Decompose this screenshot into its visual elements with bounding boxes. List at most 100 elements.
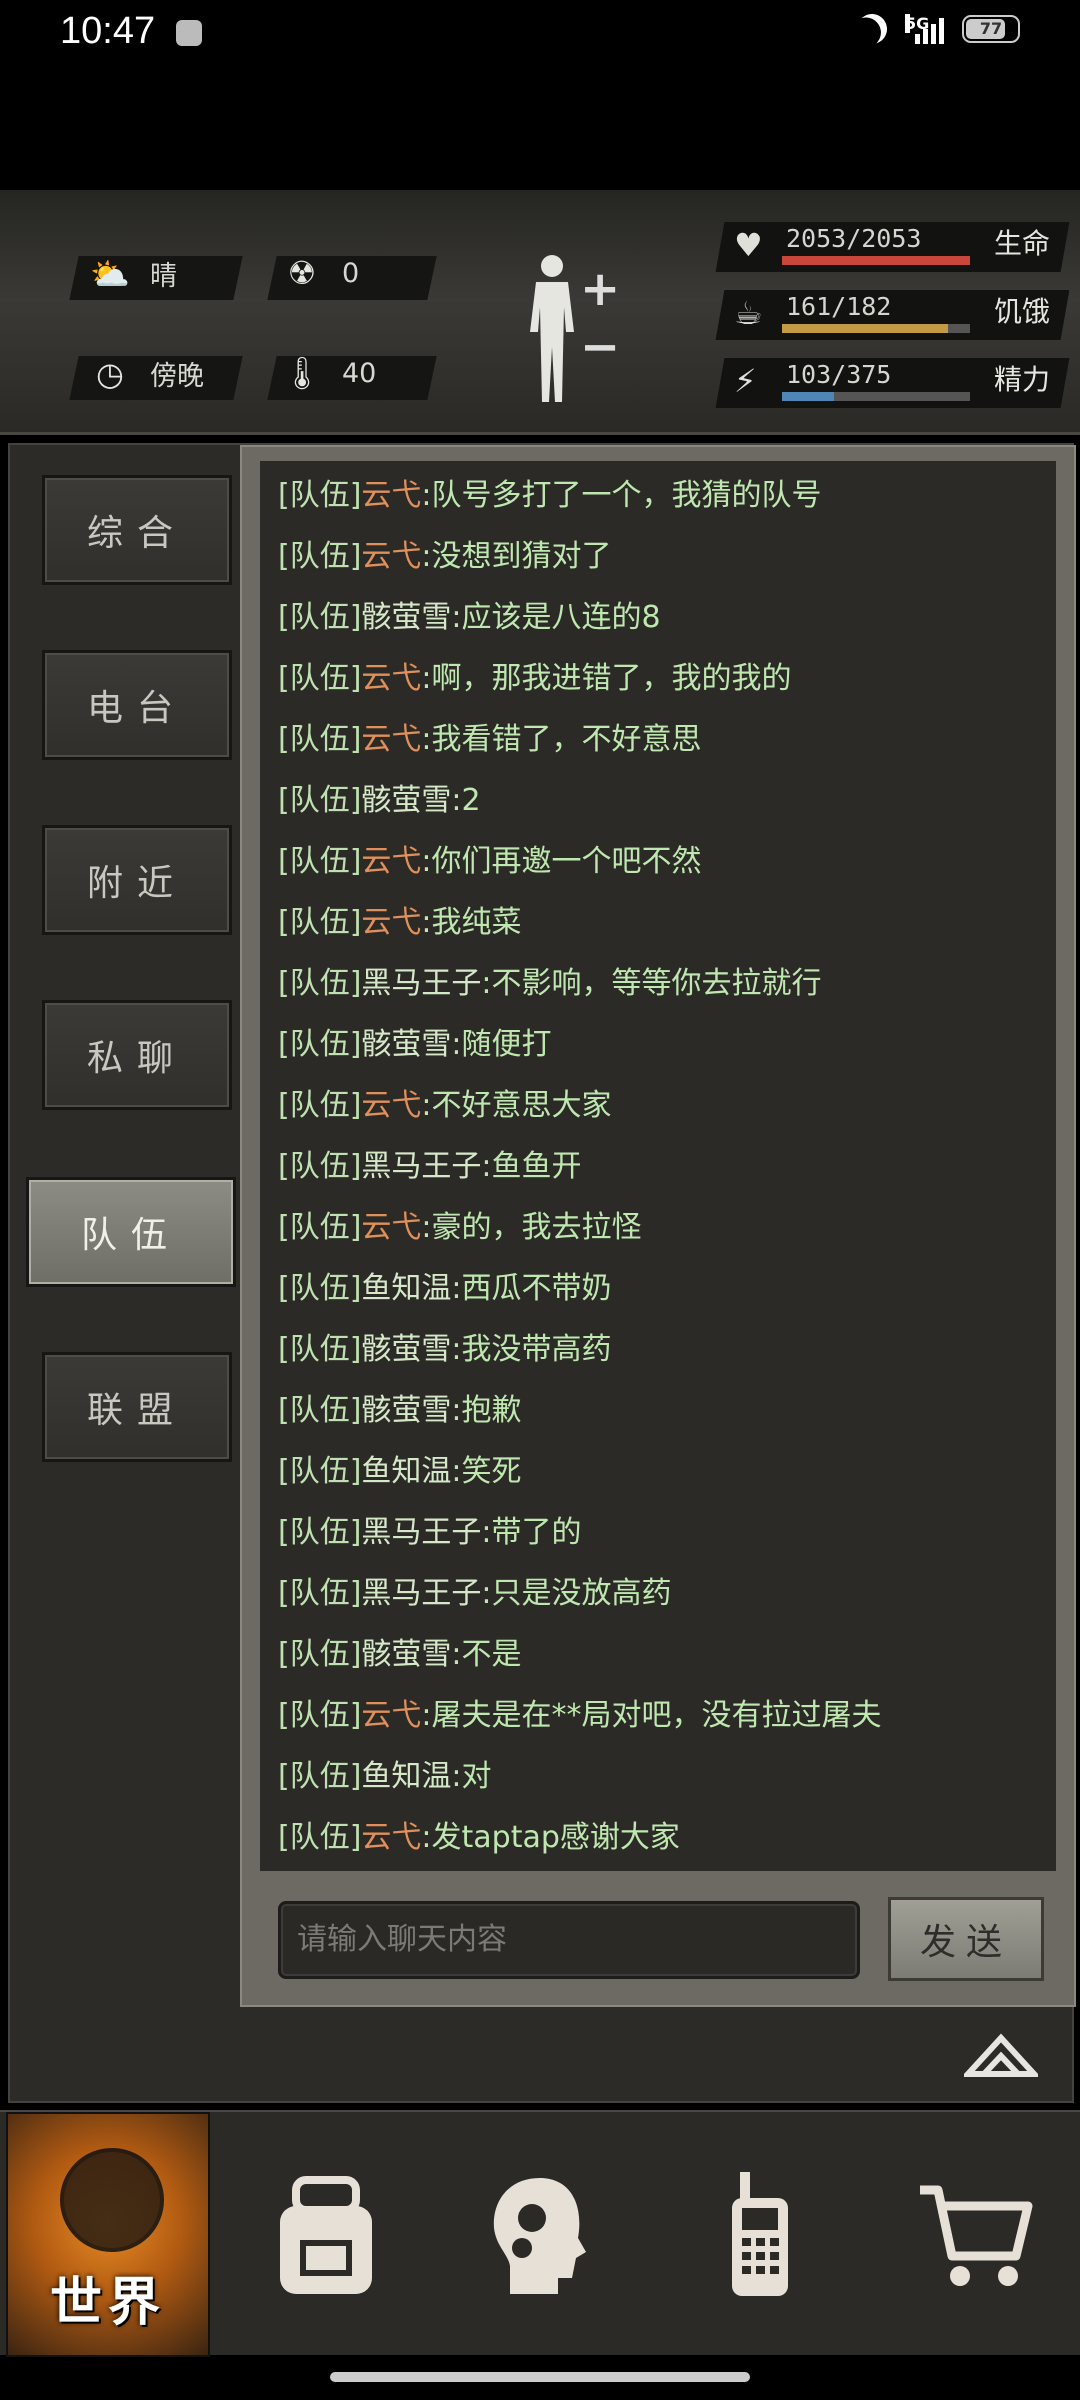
body-figure-icon[interactable]	[522, 252, 582, 402]
collapse-up-icon[interactable]	[964, 2030, 1038, 2080]
radiation-value: 0	[342, 257, 360, 289]
message-text: :发taptap感谢大家	[421, 1820, 680, 1855]
message-username[interactable]: 黑马王子	[361, 1515, 481, 1550]
send-button[interactable]: 发送	[888, 1897, 1044, 1981]
message-channel-tag: [队伍]	[278, 1393, 362, 1428]
chat-input[interactable]: 请输入聊天内容	[278, 1901, 860, 1979]
time-of-day-value: 傍晚	[150, 361, 204, 392]
status-bar: 10:47 5G 77	[0, 0, 1080, 70]
nav-world[interactable]: 世界	[6, 2112, 210, 2357]
weather-pill: ⛅ 晴	[88, 254, 177, 293]
energy-value: 103/375	[786, 360, 892, 389]
message-text: :不影响，等等你去拉就行	[481, 966, 822, 1001]
message-username[interactable]: 骸萤雪	[361, 600, 451, 635]
message-username[interactable]: 云弋	[361, 844, 421, 879]
temperature-value: 40	[342, 357, 377, 389]
message-channel-tag: [队伍]	[278, 966, 362, 1001]
hunger-bar-fill	[782, 324, 949, 333]
message-username[interactable]: 云弋	[361, 722, 421, 757]
message-channel-tag: [队伍]	[278, 539, 362, 574]
health-value: 2053/2053	[786, 224, 922, 253]
message-text: :不好意思大家	[421, 1088, 612, 1123]
message-channel-tag: [队伍]	[278, 600, 362, 635]
message-username[interactable]: 骸萤雪	[361, 1027, 451, 1062]
chat-message: [队伍]骸萤雪:抱歉	[278, 1386, 522, 1436]
message-text: :啊，那我进错了，我的我的	[421, 661, 792, 696]
message-username[interactable]: 骸萤雪	[361, 783, 451, 818]
network-type: 5G	[905, 14, 930, 33]
message-channel-tag: [队伍]	[278, 783, 362, 818]
chat-message: [队伍]云弋:我看错了，不好意思	[278, 715, 702, 765]
tab-radio[interactable]: 电台	[42, 650, 232, 760]
clock-icon: ◷	[96, 354, 124, 393]
message-channel-tag: [队伍]	[278, 1515, 362, 1550]
message-username[interactable]: 云弋	[361, 1698, 421, 1733]
message-text: :随便打	[451, 1027, 552, 1062]
weather-value: 晴	[150, 261, 177, 292]
message-channel-tag: [队伍]	[278, 1576, 362, 1611]
message-text: :豪的，我去拉怪	[421, 1210, 642, 1245]
health-bar-fill	[782, 256, 970, 265]
message-username[interactable]: 骸萤雪	[361, 1637, 451, 1672]
nav-radio[interactable]	[660, 2112, 860, 2357]
message-username[interactable]: 云弋	[361, 905, 421, 940]
chat-message: [队伍]骸萤雪:我没带高药	[278, 1325, 612, 1375]
globe-icon	[60, 2148, 164, 2252]
message-username[interactable]: 骸萤雪	[361, 1332, 451, 1367]
message-text: :对	[451, 1759, 492, 1794]
chat-message: [队伍]骸萤雪:不是	[278, 1630, 522, 1680]
message-text: :西瓜不带奶	[451, 1271, 612, 1306]
chat-message: [队伍]云弋:发taptap感谢大家	[278, 1813, 680, 1863]
message-channel-tag: [队伍]	[278, 478, 362, 513]
message-username[interactable]: 黑马王子	[361, 1149, 481, 1184]
stat-energy: ⚡ 103/375 精力	[715, 358, 1070, 412]
message-list[interactable]: [队伍]云弋:队号多打了一个，我猜的队号 [队伍]云弋:没想到猜对了 [队伍]骸萤雪…	[260, 461, 1056, 1871]
message-username[interactable]: 云弋	[361, 1820, 421, 1855]
message-channel-tag: [队伍]	[278, 661, 362, 696]
message-username[interactable]: 鱼知温	[361, 1759, 451, 1794]
chat-message: [队伍]云弋:队号多打了一个，我猜的队号	[278, 471, 822, 521]
message-username[interactable]: 骸萤雪	[361, 1393, 451, 1428]
message-text: :笑死	[451, 1454, 522, 1489]
message-username[interactable]: 云弋	[361, 539, 421, 574]
message-username[interactable]: 鱼知温	[361, 1454, 451, 1489]
backpack-icon	[280, 2175, 372, 2294]
message-username[interactable]: 鱼知温	[361, 1271, 451, 1306]
message-text: :你们再邀一个吧不然	[421, 844, 702, 879]
message-text: :没想到猜对了	[421, 539, 612, 574]
nav-backpack[interactable]	[226, 2112, 426, 2357]
body-plus-minus-icon[interactable]: + −	[580, 260, 620, 376]
message-text: :带了的	[481, 1515, 582, 1550]
chat-message: [队伍]黑马王子:不影响，等等你去拉就行	[278, 959, 822, 1009]
cloud-sun-icon: ⛅	[90, 254, 130, 293]
message-username[interactable]: 黑马王子	[361, 966, 481, 1001]
radio-icon	[732, 2171, 788, 2296]
message-username[interactable]: 云弋	[361, 1088, 421, 1123]
battery-level: 77	[979, 19, 1003, 38]
nav-skills[interactable]	[440, 2112, 640, 2357]
message-username[interactable]: 云弋	[361, 478, 421, 513]
bottom-nav: 世界	[0, 2110, 1080, 2357]
message-channel-tag: [队伍]	[278, 722, 362, 757]
tab-general[interactable]: 综合	[42, 475, 232, 585]
status-right: 5G 77	[857, 14, 1020, 44]
nav-world-label: 世界	[49, 2273, 166, 2333]
message-username[interactable]: 云弋	[361, 661, 421, 696]
nav-shop[interactable]	[876, 2112, 1076, 2357]
message-channel-tag: [队伍]	[278, 1271, 362, 1306]
message-text: :只是没放高药	[481, 1576, 672, 1611]
message-username[interactable]: 黑马王子	[361, 1576, 481, 1611]
energy-head-icon: ⚡	[734, 362, 757, 400]
tab-team[interactable]: 队伍	[26, 1177, 236, 1287]
stomach-icon: ☕	[734, 294, 763, 332]
chat-message: [队伍]骸萤雪:随便打	[278, 1020, 552, 1070]
message-channel-tag: [队伍]	[278, 1820, 362, 1855]
chat-message: [队伍]云弋:我纯菜	[278, 898, 522, 948]
message-channel-tag: [队伍]	[278, 1149, 362, 1184]
tab-nearby[interactable]: 附近	[42, 825, 232, 935]
tab-alliance[interactable]: 联盟	[42, 1352, 232, 1462]
radiation-icon: ☢	[287, 254, 317, 292]
home-indicator	[330, 2372, 750, 2382]
message-username[interactable]: 云弋	[361, 1210, 421, 1245]
tab-private[interactable]: 私聊	[42, 1000, 232, 1110]
